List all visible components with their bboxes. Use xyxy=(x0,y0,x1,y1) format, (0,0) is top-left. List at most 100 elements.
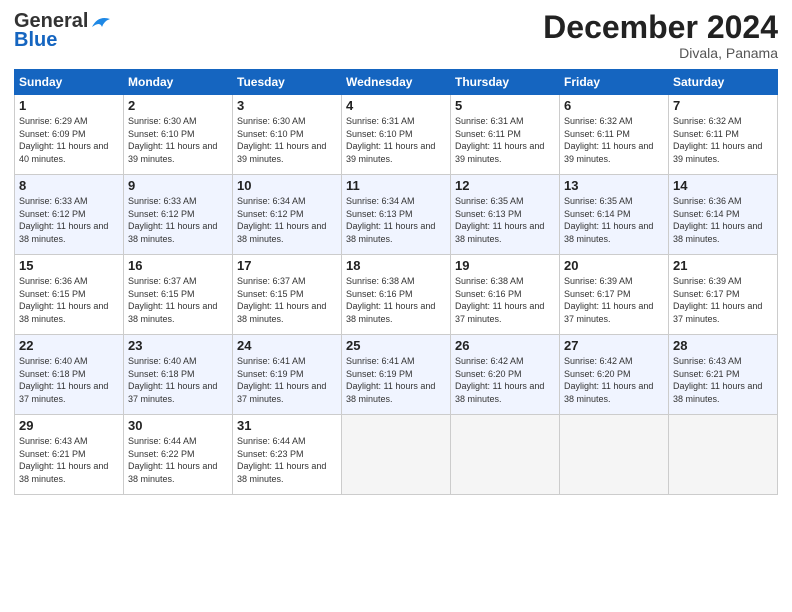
day-cell-18: 18 Sunrise: 6:38 AMSunset: 6:16 PMDaylig… xyxy=(342,255,451,335)
day-number: 1 xyxy=(19,98,119,113)
col-header-friday: Friday xyxy=(560,70,669,95)
day-info: Sunrise: 6:31 AMSunset: 6:10 PMDaylight:… xyxy=(346,116,435,164)
week-row-1: 1 Sunrise: 6:29 AMSunset: 6:09 PMDayligh… xyxy=(15,95,778,175)
day-info: Sunrise: 6:31 AMSunset: 6:11 PMDaylight:… xyxy=(455,116,544,164)
empty-cell xyxy=(560,415,669,495)
day-cell-5: 5 Sunrise: 6:31 AMSunset: 6:11 PMDayligh… xyxy=(451,95,560,175)
day-cell-31: 31 Sunrise: 6:44 AMSunset: 6:23 PMDaylig… xyxy=(233,415,342,495)
day-info: Sunrise: 6:36 AMSunset: 6:14 PMDaylight:… xyxy=(673,196,762,244)
day-cell-2: 2 Sunrise: 6:30 AMSunset: 6:10 PMDayligh… xyxy=(124,95,233,175)
day-number: 16 xyxy=(128,258,228,273)
day-number: 5 xyxy=(455,98,555,113)
day-info: Sunrise: 6:42 AMSunset: 6:20 PMDaylight:… xyxy=(455,356,544,404)
day-number: 13 xyxy=(564,178,664,193)
location: Divala, Panama xyxy=(543,45,778,61)
day-cell-17: 17 Sunrise: 6:37 AMSunset: 6:15 PMDaylig… xyxy=(233,255,342,335)
day-info: Sunrise: 6:30 AMSunset: 6:10 PMDaylight:… xyxy=(237,116,326,164)
day-cell-16: 16 Sunrise: 6:37 AMSunset: 6:15 PMDaylig… xyxy=(124,255,233,335)
day-cell-24: 24 Sunrise: 6:41 AMSunset: 6:19 PMDaylig… xyxy=(233,335,342,415)
day-info: Sunrise: 6:34 AMSunset: 6:12 PMDaylight:… xyxy=(237,196,326,244)
day-cell-28: 28 Sunrise: 6:43 AMSunset: 6:21 PMDaylig… xyxy=(669,335,778,415)
day-cell-26: 26 Sunrise: 6:42 AMSunset: 6:20 PMDaylig… xyxy=(451,335,560,415)
day-info: Sunrise: 6:30 AMSunset: 6:10 PMDaylight:… xyxy=(128,116,217,164)
page: General Blue December 2024 Divala, Panam… xyxy=(0,0,792,612)
day-cell-30: 30 Sunrise: 6:44 AMSunset: 6:22 PMDaylig… xyxy=(124,415,233,495)
day-info: Sunrise: 6:33 AMSunset: 6:12 PMDaylight:… xyxy=(19,196,108,244)
week-row-5: 29 Sunrise: 6:43 AMSunset: 6:21 PMDaylig… xyxy=(15,415,778,495)
empty-cell xyxy=(451,415,560,495)
day-number: 7 xyxy=(673,98,773,113)
day-number: 19 xyxy=(455,258,555,273)
day-number: 21 xyxy=(673,258,773,273)
day-number: 15 xyxy=(19,258,119,273)
day-number: 10 xyxy=(237,178,337,193)
day-cell-13: 13 Sunrise: 6:35 AMSunset: 6:14 PMDaylig… xyxy=(560,175,669,255)
day-info: Sunrise: 6:38 AMSunset: 6:16 PMDaylight:… xyxy=(346,276,435,324)
day-cell-27: 27 Sunrise: 6:42 AMSunset: 6:20 PMDaylig… xyxy=(560,335,669,415)
day-number: 18 xyxy=(346,258,446,273)
day-cell-20: 20 Sunrise: 6:39 AMSunset: 6:17 PMDaylig… xyxy=(560,255,669,335)
month-title: December 2024 xyxy=(543,10,778,45)
day-number: 17 xyxy=(237,258,337,273)
logo-bird-icon xyxy=(90,13,112,31)
day-info: Sunrise: 6:37 AMSunset: 6:15 PMDaylight:… xyxy=(237,276,326,324)
day-cell-22: 22 Sunrise: 6:40 AMSunset: 6:18 PMDaylig… xyxy=(15,335,124,415)
day-number: 14 xyxy=(673,178,773,193)
col-header-tuesday: Tuesday xyxy=(233,70,342,95)
title-block: December 2024 Divala, Panama xyxy=(543,10,778,61)
day-number: 23 xyxy=(128,338,228,353)
day-info: Sunrise: 6:42 AMSunset: 6:20 PMDaylight:… xyxy=(564,356,653,404)
day-cell-25: 25 Sunrise: 6:41 AMSunset: 6:19 PMDaylig… xyxy=(342,335,451,415)
day-cell-21: 21 Sunrise: 6:39 AMSunset: 6:17 PMDaylig… xyxy=(669,255,778,335)
col-header-saturday: Saturday xyxy=(669,70,778,95)
day-number: 6 xyxy=(564,98,664,113)
day-info: Sunrise: 6:35 AMSunset: 6:14 PMDaylight:… xyxy=(564,196,653,244)
day-number: 2 xyxy=(128,98,228,113)
day-info: Sunrise: 6:37 AMSunset: 6:15 PMDaylight:… xyxy=(128,276,217,324)
day-cell-8: 8 Sunrise: 6:33 AMSunset: 6:12 PMDayligh… xyxy=(15,175,124,255)
day-cell-3: 3 Sunrise: 6:30 AMSunset: 6:10 PMDayligh… xyxy=(233,95,342,175)
day-info: Sunrise: 6:44 AMSunset: 6:22 PMDaylight:… xyxy=(128,436,217,484)
day-number: 8 xyxy=(19,178,119,193)
day-info: Sunrise: 6:41 AMSunset: 6:19 PMDaylight:… xyxy=(237,356,326,404)
day-cell-4: 4 Sunrise: 6:31 AMSunset: 6:10 PMDayligh… xyxy=(342,95,451,175)
day-cell-11: 11 Sunrise: 6:34 AMSunset: 6:13 PMDaylig… xyxy=(342,175,451,255)
day-info: Sunrise: 6:39 AMSunset: 6:17 PMDaylight:… xyxy=(564,276,653,324)
day-number: 4 xyxy=(346,98,446,113)
day-number: 9 xyxy=(128,178,228,193)
day-number: 26 xyxy=(455,338,555,353)
day-info: Sunrise: 6:40 AMSunset: 6:18 PMDaylight:… xyxy=(19,356,108,404)
calendar-table: SundayMondayTuesdayWednesdayThursdayFrid… xyxy=(14,69,778,495)
day-number: 27 xyxy=(564,338,664,353)
week-row-4: 22 Sunrise: 6:40 AMSunset: 6:18 PMDaylig… xyxy=(15,335,778,415)
day-info: Sunrise: 6:29 AMSunset: 6:09 PMDaylight:… xyxy=(19,116,108,164)
day-number: 12 xyxy=(455,178,555,193)
day-cell-1: 1 Sunrise: 6:29 AMSunset: 6:09 PMDayligh… xyxy=(15,95,124,175)
day-info: Sunrise: 6:33 AMSunset: 6:12 PMDaylight:… xyxy=(128,196,217,244)
logo-blue: Blue xyxy=(14,29,57,52)
header-row: SundayMondayTuesdayWednesdayThursdayFrid… xyxy=(15,70,778,95)
day-info: Sunrise: 6:35 AMSunset: 6:13 PMDaylight:… xyxy=(455,196,544,244)
day-info: Sunrise: 6:41 AMSunset: 6:19 PMDaylight:… xyxy=(346,356,435,404)
day-cell-15: 15 Sunrise: 6:36 AMSunset: 6:15 PMDaylig… xyxy=(15,255,124,335)
day-info: Sunrise: 6:38 AMSunset: 6:16 PMDaylight:… xyxy=(455,276,544,324)
day-cell-14: 14 Sunrise: 6:36 AMSunset: 6:14 PMDaylig… xyxy=(669,175,778,255)
day-number: 24 xyxy=(237,338,337,353)
day-number: 20 xyxy=(564,258,664,273)
day-number: 30 xyxy=(128,418,228,433)
day-cell-29: 29 Sunrise: 6:43 AMSunset: 6:21 PMDaylig… xyxy=(15,415,124,495)
day-number: 28 xyxy=(673,338,773,353)
day-info: Sunrise: 6:36 AMSunset: 6:15 PMDaylight:… xyxy=(19,276,108,324)
day-info: Sunrise: 6:39 AMSunset: 6:17 PMDaylight:… xyxy=(673,276,762,324)
col-header-wednesday: Wednesday xyxy=(342,70,451,95)
col-header-sunday: Sunday xyxy=(15,70,124,95)
day-cell-9: 9 Sunrise: 6:33 AMSunset: 6:12 PMDayligh… xyxy=(124,175,233,255)
col-header-thursday: Thursday xyxy=(451,70,560,95)
day-info: Sunrise: 6:34 AMSunset: 6:13 PMDaylight:… xyxy=(346,196,435,244)
day-info: Sunrise: 6:40 AMSunset: 6:18 PMDaylight:… xyxy=(128,356,217,404)
day-info: Sunrise: 6:43 AMSunset: 6:21 PMDaylight:… xyxy=(19,436,108,484)
empty-cell xyxy=(669,415,778,495)
day-info: Sunrise: 6:32 AMSunset: 6:11 PMDaylight:… xyxy=(673,116,762,164)
day-number: 3 xyxy=(237,98,337,113)
logo: General Blue xyxy=(14,10,112,52)
